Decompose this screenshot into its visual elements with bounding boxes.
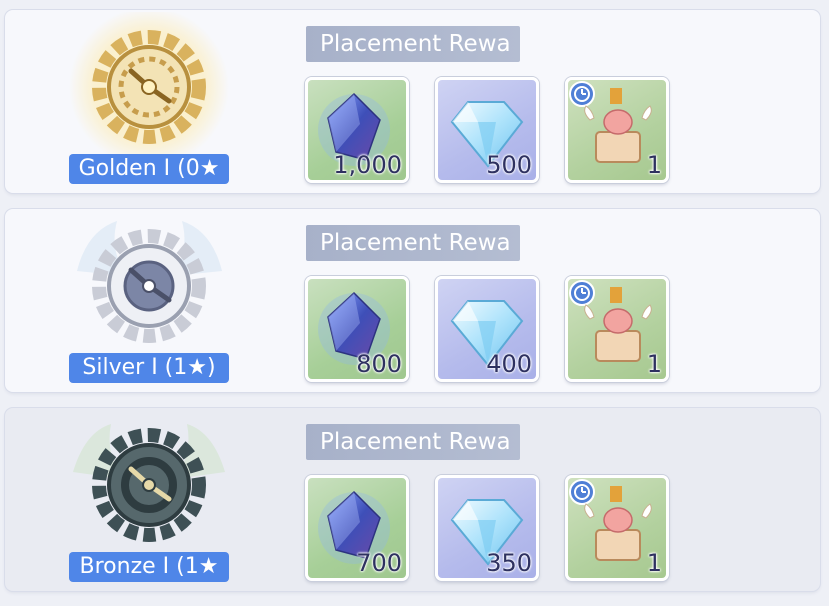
placement-reward-title: Placement Rewa [306, 424, 520, 460]
reward-quantity: 1 [646, 151, 662, 179]
tier-card-golden: Golden I (0★ Placement Rewa 1,000 500 1 [5, 10, 820, 193]
reward-quantity: 400 [486, 350, 532, 378]
reward-item-pet-timer[interactable]: 1 [565, 475, 669, 581]
rank-badge: Silver I (1★) [69, 353, 229, 383]
reward-item-pet-timer[interactable]: 1 [565, 77, 669, 183]
reward-quantity: 1 [646, 549, 662, 577]
reward-item-crystal[interactable]: 1,000 [305, 77, 409, 183]
reward-item-pet-timer[interactable]: 1 [565, 276, 669, 382]
reward-quantity: 700 [356, 549, 402, 577]
tier-card-bronze: Bronze I (1★ Placement Rewa 700 350 1 [5, 408, 820, 591]
bronze-gear-emblem [57, 410, 242, 560]
rank-badge: Bronze I (1★ [69, 552, 229, 582]
rank-badge: Golden I (0★ [69, 154, 229, 184]
reward-item-diamond[interactable]: 400 [435, 276, 539, 382]
reward-item-crystal[interactable]: 800 [305, 276, 409, 382]
reward-quantity: 800 [356, 350, 402, 378]
reward-quantity: 1,000 [333, 151, 402, 179]
silver-gear-emblem [57, 211, 242, 361]
reward-item-diamond[interactable]: 500 [435, 77, 539, 183]
reward-item-crystal[interactable]: 700 [305, 475, 409, 581]
reward-quantity: 350 [486, 549, 532, 577]
placement-reward-title: Placement Rewa [306, 225, 520, 261]
golden-gear-emblem [57, 12, 242, 162]
tier-card-silver: Silver I (1★) Placement Rewa 800 400 1 [5, 209, 820, 392]
reward-quantity: 500 [486, 151, 532, 179]
reward-item-diamond[interactable]: 350 [435, 475, 539, 581]
reward-quantity: 1 [646, 350, 662, 378]
placement-reward-title: Placement Rewa [306, 26, 520, 62]
